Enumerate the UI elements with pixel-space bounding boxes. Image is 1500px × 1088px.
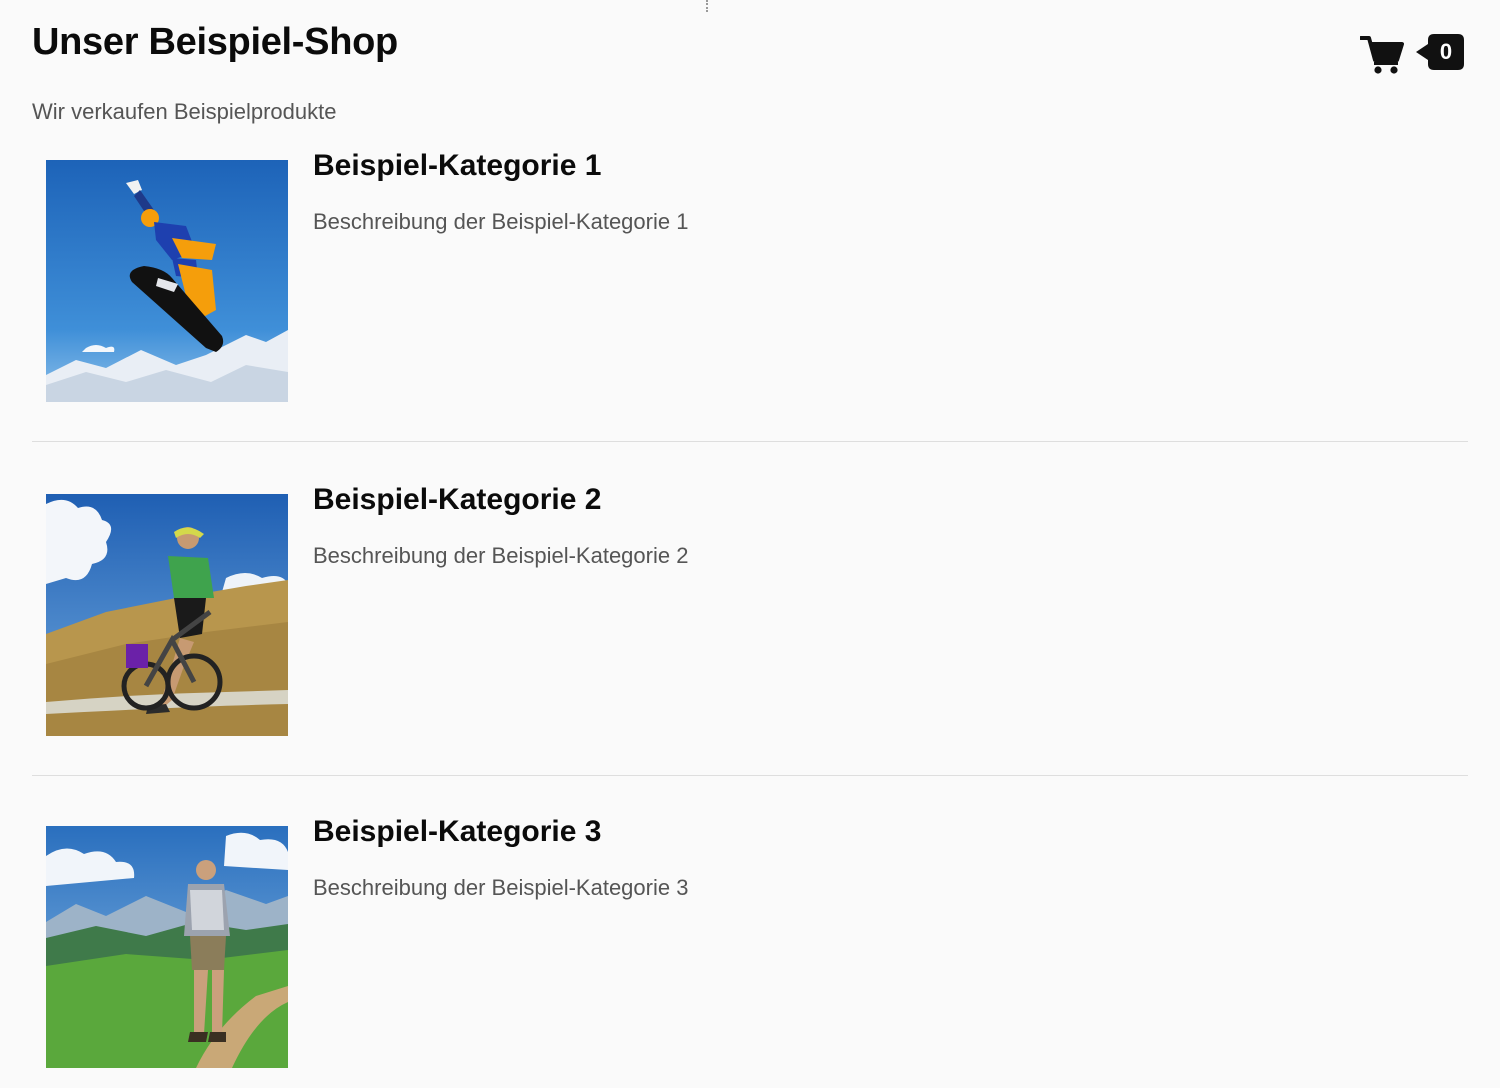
cart-button[interactable]: 0 bbox=[1360, 32, 1466, 76]
category-title-link[interactable]: Beispiel-Kategorie 3 bbox=[313, 814, 601, 850]
cart-count-badge: 0 bbox=[1416, 34, 1464, 70]
category-item: Beispiel-Kategorie 3 Beschreibung der Be… bbox=[32, 806, 1468, 1088]
category-title-link[interactable]: Beispiel-Kategorie 2 bbox=[313, 482, 601, 518]
category-description: Beschreibung der Beispiel-Kategorie 1 bbox=[313, 209, 689, 234]
category-title-link[interactable]: Beispiel-Kategorie 1 bbox=[313, 148, 601, 184]
category-image-mountain-biker[interactable] bbox=[46, 494, 288, 736]
shop-title: Unser Beispiel-Shop bbox=[32, 21, 398, 63]
category-image-snowboarder[interactable] bbox=[46, 160, 288, 402]
shopping-cart-icon bbox=[1360, 36, 1404, 74]
top-divider-mark bbox=[706, 0, 710, 12]
site-header: Unser Beispiel-Shop Wir verkaufen Beispi… bbox=[32, 18, 1468, 128]
cart-count: 0 bbox=[1439, 39, 1453, 64]
category-item: Beispiel-Kategorie 1 Beschreibung der Be… bbox=[32, 140, 1468, 442]
shop-subtitle: Wir verkaufen Beispielprodukte bbox=[32, 99, 337, 124]
category-item: Beispiel-Kategorie 2 Beschreibung der Be… bbox=[32, 474, 1468, 776]
category-description: Beschreibung der Beispiel-Kategorie 3 bbox=[313, 875, 689, 900]
category-image-hiker[interactable] bbox=[46, 826, 288, 1068]
category-description: Beschreibung der Beispiel-Kategorie 2 bbox=[313, 543, 689, 568]
